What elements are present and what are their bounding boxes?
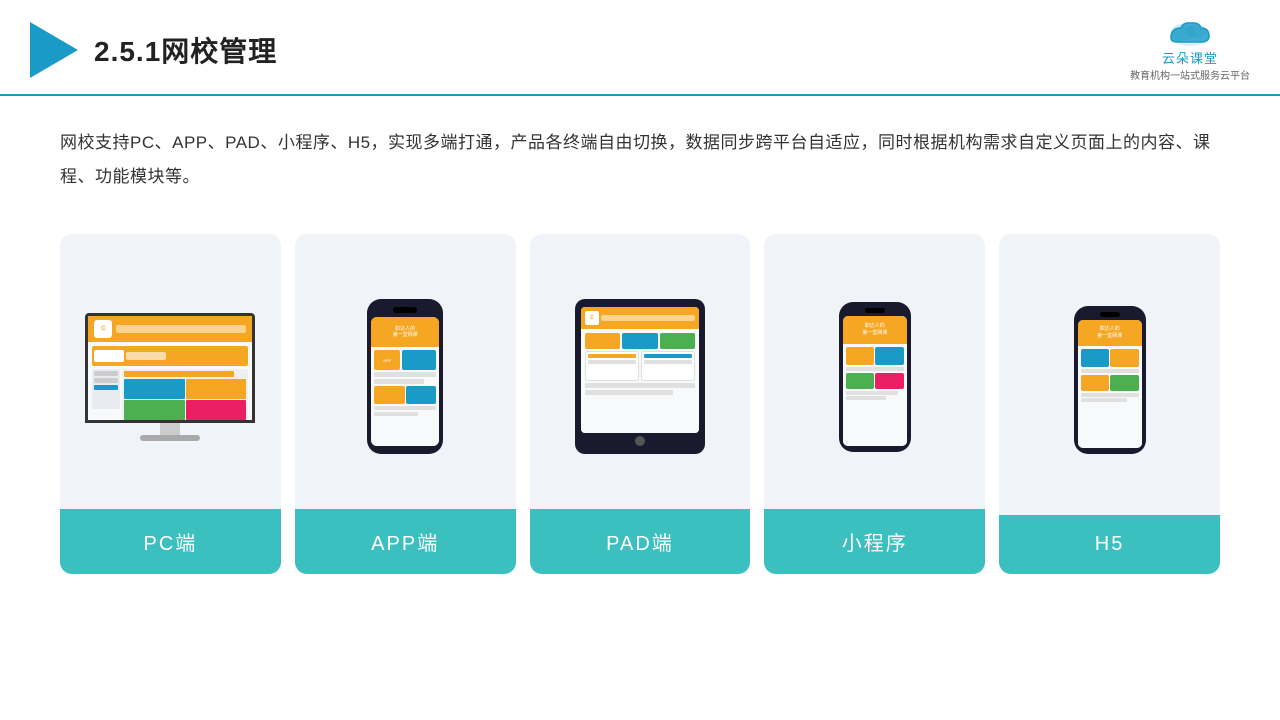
cloud-icon [1163, 18, 1218, 48]
card-label-pc: PC端 [60, 509, 281, 574]
phone-notch-miniapp [865, 308, 885, 313]
card-image-pc: C [60, 234, 281, 509]
tablet-home-button [635, 436, 645, 446]
tablet-screen-pad: C [581, 307, 699, 433]
logo-triangle-icon [30, 22, 78, 78]
card-miniapp: 职达人的第一堂网课 [764, 234, 985, 574]
phone-mockup-app: 职达人的第一堂网课 APP [367, 299, 443, 454]
card-image-pad: C [530, 234, 751, 509]
phone-notch-h5 [1100, 312, 1120, 317]
page-title: 2.5.1网校管理 [94, 30, 277, 70]
brand-name: 云朵课堂 [1162, 48, 1218, 67]
card-label-app: APP端 [295, 509, 516, 574]
pc-mockup: C [85, 313, 255, 441]
card-pc: C [60, 234, 281, 574]
header-left: 2.5.1网校管理 [30, 22, 277, 78]
brand-logo: 云朵课堂 教育机构一站式服务云平台 [1130, 18, 1250, 82]
card-image-h5: 职达人的第一堂网课 [999, 234, 1220, 515]
phone-mockup-miniapp: 职达人的第一堂网课 [839, 302, 911, 452]
cards-container: C [0, 204, 1280, 594]
pc-screen: C [85, 313, 255, 423]
tablet-mockup-pad: C [575, 299, 705, 454]
card-label-h5: H5 [999, 515, 1220, 574]
card-pad: C [530, 234, 751, 574]
card-image-miniapp: 职达人的第一堂网课 [764, 234, 985, 509]
description-text: 网校支持PC、APP、PAD、小程序、H5，实现多端打通，产品各终端自由切换，数… [0, 96, 1280, 204]
card-h5: 职达人的第一堂网课 [999, 234, 1220, 574]
phone-mockup-h5: 职达人的第一堂网课 [1074, 306, 1146, 454]
phone-screen-miniapp: 职达人的第一堂网课 [843, 316, 907, 446]
phone-notch-app [393, 307, 417, 313]
page-header: 2.5.1网校管理 云朵课堂 教育机构一站式服务云平台 [0, 0, 1280, 96]
card-app: 职达人的第一堂网课 APP [295, 234, 516, 574]
card-label-miniapp: 小程序 [764, 509, 985, 574]
card-image-app: 职达人的第一堂网课 APP [295, 234, 516, 509]
card-label-pad: PAD端 [530, 509, 751, 574]
phone-screen-app: 职达人的第一堂网课 APP [371, 317, 439, 446]
brand-tagline: 教育机构一站式服务云平台 [1130, 67, 1250, 82]
phone-screen-h5: 职达人的第一堂网课 [1078, 320, 1142, 448]
